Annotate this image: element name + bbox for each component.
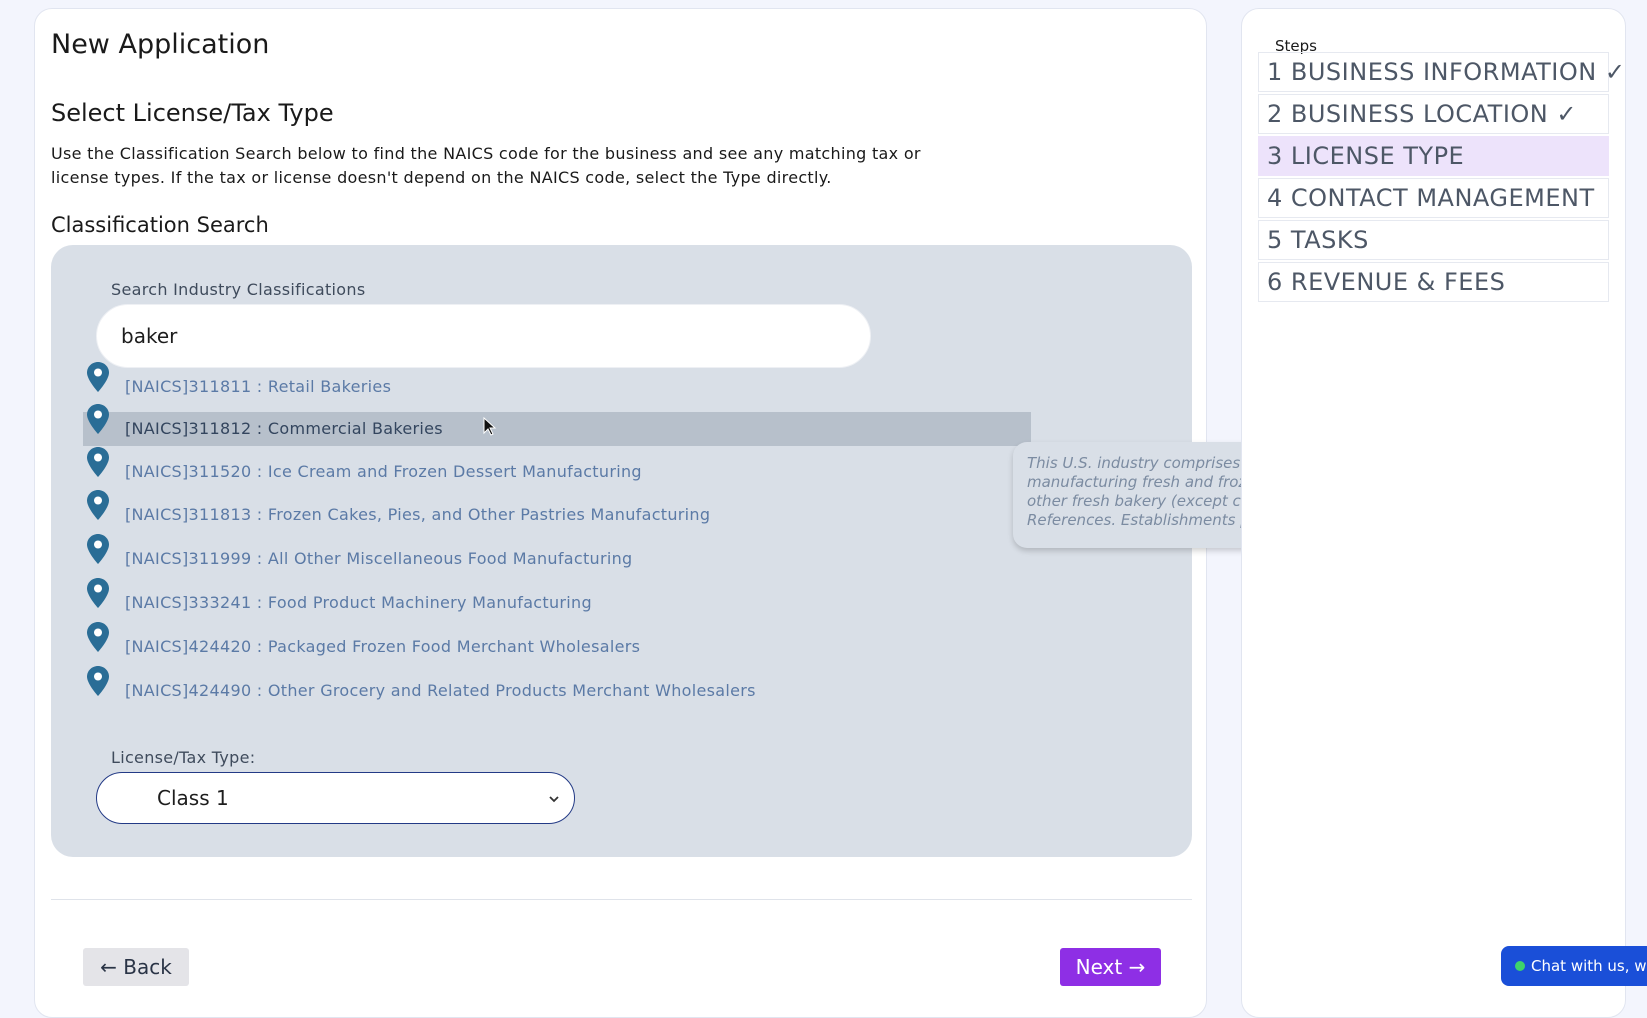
back-button[interactable]: ← Back — [83, 948, 189, 986]
step-license-type[interactable]: 3 LICENSE TYPE — [1258, 136, 1609, 176]
result-item[interactable]: [NAICS]311811 : Retail Bakeries — [83, 362, 1031, 404]
steps-card: Steps 1 BUSINESS INFORMATION ✓ 2 BUSINES… — [1241, 8, 1626, 1018]
result-item[interactable]: [NAICS]333241 : Food Product Machinery M… — [83, 578, 1031, 620]
location-pin-icon — [87, 622, 109, 652]
divider — [51, 899, 1192, 900]
license-type-label: License/Tax Type: — [111, 748, 256, 767]
section-title: Select License/Tax Type — [51, 99, 334, 127]
online-status-icon — [1515, 961, 1525, 971]
result-label: [NAICS]424420 : Packaged Frozen Food Mer… — [125, 637, 641, 656]
chevron-down-icon — [549, 796, 559, 803]
chat-button[interactable]: Chat with us, we a — [1501, 946, 1647, 986]
result-item-hovered[interactable]: [NAICS]311812 : Commercial Bakeries — [83, 404, 1031, 446]
result-item[interactable]: [NAICS]311520 : Ice Cream and Frozen Des… — [83, 447, 1031, 489]
steps-list: 1 BUSINESS INFORMATION ✓ 2 BUSINESS LOCA… — [1258, 52, 1625, 304]
page-title: New Application — [51, 29, 270, 60]
location-pin-icon — [87, 490, 109, 520]
location-pin-icon — [87, 578, 109, 608]
result-label: [NAICS]311520 : Ice Cream and Frozen Des… — [125, 462, 642, 481]
step-business-location[interactable]: 2 BUSINESS LOCATION ✓ — [1258, 94, 1609, 134]
result-label: [NAICS]311999 : All Other Miscellaneous … — [125, 549, 633, 568]
location-pin-icon — [87, 666, 109, 696]
location-pin-icon — [87, 362, 109, 392]
result-item[interactable]: [NAICS]424420 : Packaged Frozen Food Mer… — [83, 622, 1031, 664]
location-pin-icon — [87, 404, 109, 434]
step-business-information[interactable]: 1 BUSINESS INFORMATION ✓ — [1258, 52, 1625, 92]
search-label: Search Industry Classifications — [111, 280, 366, 299]
license-type-select[interactable]: Class 1 — [96, 772, 575, 824]
classification-search-panel: Search Industry Classifications [NAICS]3… — [51, 245, 1192, 857]
chat-label: Chat with us, we a — [1531, 957, 1647, 975]
result-label: [NAICS]424490 : Other Grocery and Relate… — [125, 681, 756, 700]
result-item[interactable]: [NAICS]311999 : All Other Miscellaneous … — [83, 534, 1031, 576]
step-revenue-fees[interactable]: 6 REVENUE & FEES — [1258, 262, 1609, 302]
step-tasks[interactable]: 5 TASKS — [1258, 220, 1609, 260]
result-label: [NAICS]311811 : Retail Bakeries — [125, 377, 392, 396]
intro-text: Use the Classification Search below to f… — [51, 144, 921, 187]
result-label: [NAICS]311812 : Commercial Bakeries — [125, 419, 443, 438]
location-pin-icon — [87, 534, 109, 564]
step-contact-management[interactable]: 4 CONTACT MANAGEMENT — [1258, 178, 1609, 218]
next-button[interactable]: Next → — [1060, 948, 1161, 986]
result-item[interactable]: [NAICS]424490 : Other Grocery and Relate… — [83, 666, 1031, 708]
classification-search-heading: Classification Search — [51, 213, 269, 237]
result-label: [NAICS]311813 : Frozen Cakes, Pies, and … — [125, 505, 711, 524]
result-item[interactable]: [NAICS]311813 : Frozen Cakes, Pies, and … — [83, 490, 1031, 532]
mouse-cursor-icon — [483, 417, 497, 436]
license-type-value: Class 1 — [157, 786, 229, 810]
result-label: [NAICS]333241 : Food Product Machinery M… — [125, 593, 592, 612]
search-input[interactable] — [96, 304, 871, 368]
location-pin-icon — [87, 447, 109, 477]
